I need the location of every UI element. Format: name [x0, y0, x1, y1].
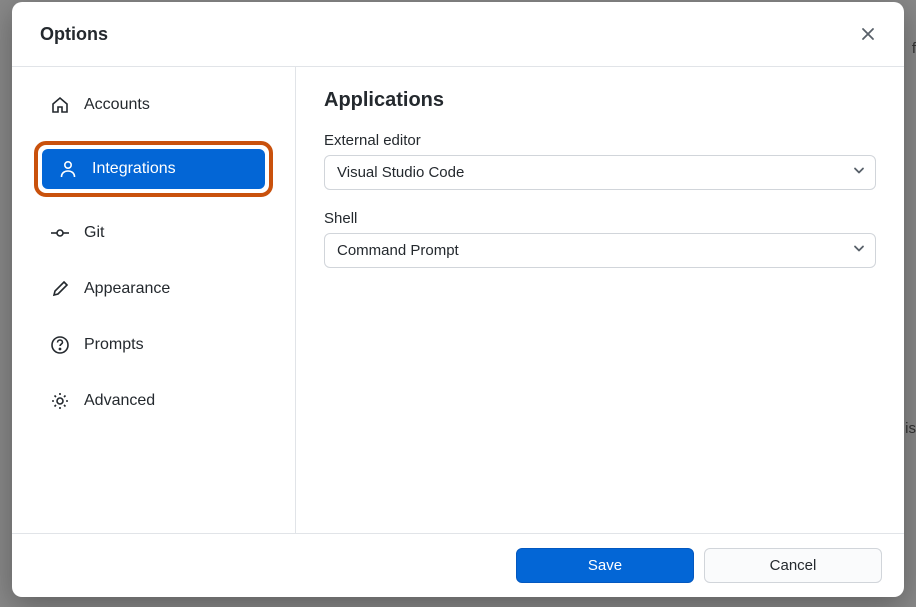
git-commit-icon	[50, 223, 70, 243]
save-button[interactable]: Save	[516, 548, 694, 583]
dialog-title: Options	[40, 24, 108, 45]
dialog-body: Accounts Integrations Git	[12, 67, 904, 533]
sidebar-item-label: Git	[84, 224, 104, 242]
close-button[interactable]	[854, 20, 882, 48]
options-dialog: Options Accounts Integrations	[12, 2, 904, 597]
gear-icon	[50, 391, 70, 411]
sidebar-item-prompts[interactable]: Prompts	[34, 325, 273, 365]
question-circle-icon	[50, 335, 70, 355]
close-icon	[858, 24, 878, 44]
sidebar-item-appearance[interactable]: Appearance	[34, 269, 273, 309]
shell-select[interactable]: Command Prompt	[324, 233, 876, 268]
background-text-right2: is	[905, 420, 916, 437]
content-pane: Applications External editor Visual Stud…	[296, 67, 904, 533]
person-icon	[58, 159, 78, 179]
background-text-right: f	[912, 40, 916, 57]
sidebar-item-label: Prompts	[84, 336, 144, 354]
dialog-header: Options	[12, 2, 904, 67]
external-editor-select-wrap: Visual Studio Code	[324, 155, 876, 190]
sidebar-item-label: Integrations	[92, 160, 176, 178]
brush-icon	[50, 279, 70, 299]
section-title: Applications	[324, 89, 876, 112]
dialog-footer: Save Cancel	[12, 533, 904, 597]
sidebar-item-label: Appearance	[84, 280, 170, 298]
sidebar-item-label: Accounts	[84, 96, 150, 114]
external-editor-label: External editor	[324, 132, 876, 149]
external-editor-select[interactable]: Visual Studio Code	[324, 155, 876, 190]
shell-select-wrap: Command Prompt	[324, 233, 876, 268]
shell-label: Shell	[324, 210, 876, 227]
sidebar-item-git[interactable]: Git	[34, 213, 273, 253]
sidebar-item-advanced[interactable]: Advanced	[34, 381, 273, 421]
sidebar-item-accounts[interactable]: Accounts	[34, 85, 273, 125]
sidebar-item-label: Advanced	[84, 392, 155, 410]
callout-highlight: Integrations	[34, 141, 273, 197]
cancel-button[interactable]: Cancel	[704, 548, 882, 583]
sidebar-item-integrations[interactable]: Integrations	[42, 149, 265, 189]
sidebar: Accounts Integrations Git	[12, 67, 296, 533]
home-icon	[50, 95, 70, 115]
